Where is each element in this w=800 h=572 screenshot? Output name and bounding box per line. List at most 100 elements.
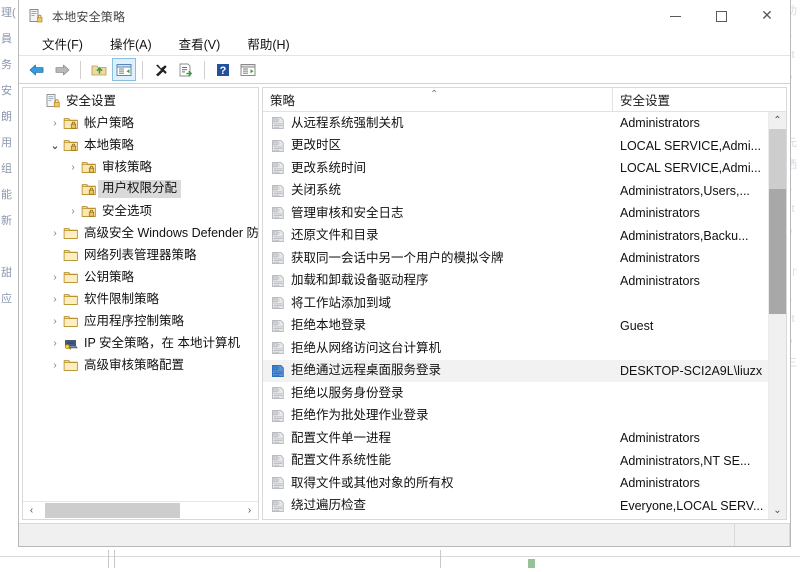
- status-segment-two: [735, 524, 790, 546]
- menu-view[interactable]: 查看(V): [170, 32, 230, 56]
- export-list-button[interactable]: [174, 58, 198, 81]
- tree-item[interactable]: › 高级审核策略配置: [23, 354, 258, 376]
- tree-hscroll-track[interactable]: [40, 502, 241, 519]
- chevron-right-icon[interactable]: ›: [47, 291, 63, 307]
- show-hide-tree-button[interactable]: [112, 58, 136, 81]
- tree-item[interactable]: › 公钥策略: [23, 266, 258, 288]
- chevron-down-icon[interactable]: ⌄: [47, 137, 63, 153]
- back-button[interactable]: [25, 58, 49, 81]
- tree-item[interactable]: › 应用程序控制策略: [23, 310, 258, 332]
- table-row[interactable]: 绕过遍历检查 Everyone,LOCAL SERV...: [263, 495, 768, 518]
- table-row[interactable]: 取得文件或其他对象的所有权 Administrators: [263, 472, 768, 495]
- list-vscroll-thumb-upper[interactable]: [769, 129, 786, 189]
- tree-item[interactable]: ›用户权限分配: [23, 178, 258, 200]
- cell-policy: 更改系统时间: [263, 160, 613, 176]
- scroll-down-icon[interactable]: ⌄: [769, 502, 786, 519]
- table-row[interactable]: 配置文件系统性能 Administrators,NT SE...: [263, 450, 768, 473]
- tree-item-label: 网络列表管理器策略: [84, 247, 197, 262]
- tree-horizontal-scrollbar[interactable]: ‹ ›: [23, 501, 258, 519]
- scroll-up-icon[interactable]: ⌃: [769, 112, 786, 129]
- delete-button[interactable]: [149, 58, 173, 81]
- chevron-right-icon[interactable]: ›: [47, 269, 63, 285]
- tree-item-label: IP 安全策略，在 本地计算机: [84, 335, 241, 350]
- policy-setting-icon: [270, 183, 286, 199]
- tree-item[interactable]: › 审核策略: [23, 156, 258, 178]
- chevron-right-icon[interactable]: ›: [47, 313, 63, 329]
- list-vertical-scrollbar[interactable]: ⌃ ⌄: [768, 112, 786, 519]
- cell-security-setting: Administrators,NT SE...: [620, 453, 751, 468]
- chevron-right-icon[interactable]: ›: [65, 159, 81, 175]
- scroll-right-icon[interactable]: ›: [241, 502, 258, 519]
- column-header-policy[interactable]: 策略 ⌃: [263, 88, 613, 111]
- status-segment-main: [19, 524, 735, 546]
- table-row[interactable]: 更改系统时间 LOCAL SERVICE,Admi...: [263, 157, 768, 180]
- policy-setting-icon: [270, 475, 286, 491]
- table-row[interactable]: 配置文件单一进程 Administrators: [263, 427, 768, 450]
- tree-item[interactable]: › IP 安全策略，在 本地计算机: [23, 332, 258, 354]
- cell-security-setting: Administrators: [620, 251, 700, 266]
- table-row[interactable]: 拒绝以服务身份登录: [263, 382, 768, 405]
- tree-item[interactable]: ›网络列表管理器策略: [23, 244, 258, 266]
- tree-item[interactable]: › 高级安全 Windows Defender 防火墙: [23, 222, 258, 244]
- forward-button[interactable]: [50, 58, 74, 81]
- policy-rows[interactable]: 从远程系统强制关机 Administrators 更改时区 LOCAL SERVICE…: [263, 112, 768, 519]
- folder-icon: [63, 357, 79, 373]
- folder-icon: [63, 225, 79, 241]
- tree-item[interactable]: › 帐户策略: [23, 112, 258, 134]
- list-vscroll-track[interactable]: [769, 129, 786, 502]
- tree-item[interactable]: › 软件限制策略: [23, 288, 258, 310]
- chevron-right-icon[interactable]: ›: [47, 225, 63, 241]
- policy-name-label: 还原文件和目录: [291, 228, 379, 243]
- table-row[interactable]: 拒绝本地登录 Guest: [263, 315, 768, 338]
- maximize-button[interactable]: [698, 0, 744, 32]
- chevron-right-icon[interactable]: ›: [65, 203, 81, 219]
- policy-list-pane: 策略 ⌃ 安全设置 从远程系统强制关机 Administrators 更改时区 LOC…: [262, 87, 787, 520]
- scroll-left-icon[interactable]: ‹: [23, 502, 40, 519]
- table-row[interactable]: 管理审核和安全日志 Administrators: [263, 202, 768, 225]
- cell-policy: 从远程系统强制关机: [263, 115, 613, 131]
- table-row[interactable]: 拒绝从网络访问这台计算机: [263, 337, 768, 360]
- cell-security-setting: Administrators: [620, 476, 700, 491]
- table-row[interactable]: 拒绝作为批处理作业登录: [263, 405, 768, 428]
- menu-action[interactable]: 操作(A): [101, 32, 161, 56]
- window-controls: ✕: [652, 0, 790, 32]
- tree-item[interactable]: ⌄ 本地策略: [23, 134, 258, 156]
- table-row[interactable]: 从远程系统强制关机 Administrators: [263, 112, 768, 135]
- cell-security-setting: Administrators,Users,...: [620, 183, 750, 198]
- chevron-right-icon[interactable]: ›: [47, 335, 63, 351]
- chevron-right-icon[interactable]: ›: [47, 357, 63, 373]
- menu-file[interactable]: 文件(F): [33, 32, 92, 56]
- tree-item[interactable]: ›安全设置: [23, 90, 258, 112]
- table-row[interactable]: 将工作站添加到域: [263, 292, 768, 315]
- table-row[interactable]: 拒绝通过远程桌面服务登录 DESKTOP-SCI2A9L\liuzx: [263, 359, 768, 382]
- show-action-pane-button[interactable]: [236, 58, 260, 81]
- table-row[interactable]: 更改时区 LOCAL SERVICE,Admi...: [263, 135, 768, 158]
- table-row[interactable]: 加载和卸载设备驱动程序 Administrators: [263, 270, 768, 293]
- close-button[interactable]: ✕: [744, 0, 790, 32]
- help-button[interactable]: ?: [211, 58, 235, 81]
- tree-item-label: 应用程序控制策略: [84, 313, 185, 328]
- table-row[interactable]: 还原文件和目录 Administrators,Backu...: [263, 225, 768, 248]
- table-row[interactable]: 身份验证后模拟客户端LOCAL SERVICE,NET...: [263, 517, 768, 519]
- tree-hscroll-thumb[interactable]: [45, 503, 180, 518]
- column-header-security-setting[interactable]: 安全设置: [613, 88, 786, 111]
- policy-setting-icon: [270, 295, 286, 311]
- cell-security-setting: LOCAL SERVICE,Admi...: [620, 161, 762, 176]
- chevron-right-icon[interactable]: ›: [47, 115, 63, 131]
- policy-setting-icon: [270, 205, 286, 221]
- policy-setting-icon: [270, 498, 286, 514]
- up-one-level-button[interactable]: [87, 58, 111, 81]
- menu-help[interactable]: 帮助(H): [238, 32, 298, 56]
- tree-item-label: 安全设置: [66, 93, 117, 108]
- tree-item[interactable]: › 安全选项: [23, 200, 258, 222]
- table-row[interactable]: 获取同一会话中另一个用户的模拟令牌 Administrators: [263, 247, 768, 270]
- policy-name-label: 拒绝本地登录: [291, 318, 367, 333]
- column-header-policy-label: 策略: [270, 94, 296, 108]
- cell-policy: 拒绝本地登录: [263, 318, 613, 334]
- title-bar[interactable]: 本地安全策略 ✕: [19, 0, 790, 32]
- list-vscroll-thumb[interactable]: [769, 189, 786, 314]
- cell-policy: 管理审核和安全日志: [263, 205, 613, 221]
- table-row[interactable]: 关闭系统 Administrators,Users,...: [263, 180, 768, 203]
- minimize-button[interactable]: [652, 0, 698, 32]
- console-tree[interactable]: ›安全设置›帐户策略⌄本地策略›审核策略›用户权限分配›安全选项›高级安全 Wi…: [23, 88, 258, 501]
